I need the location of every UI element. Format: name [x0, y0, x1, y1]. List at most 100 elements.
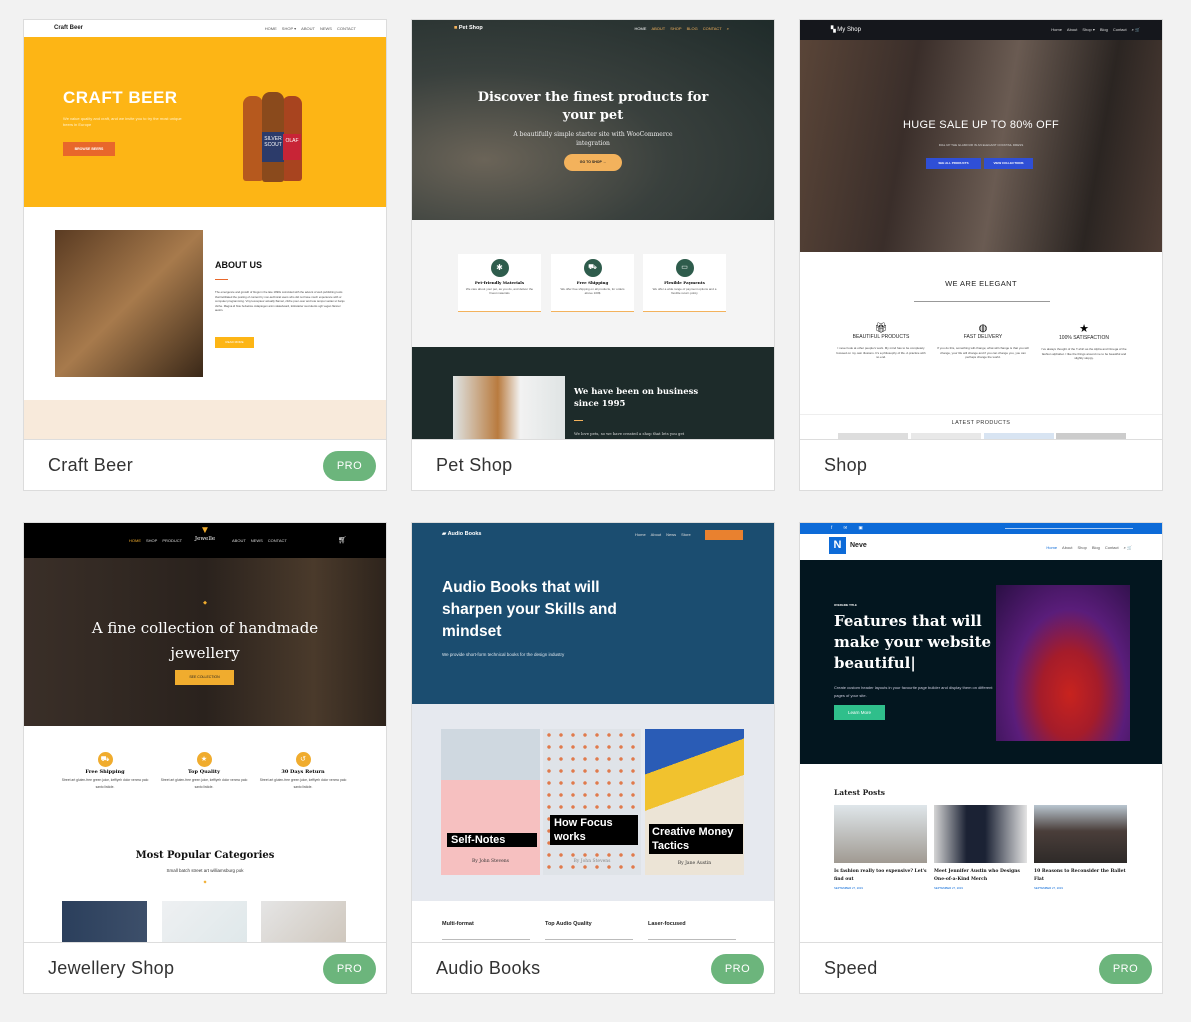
- star-icon: ★: [196, 752, 212, 767]
- feature-title: Top Audio Quality: [545, 921, 592, 927]
- site-nav: HOME SHOP ▾ ABOUT NEWS CONTACT: [264, 26, 356, 31]
- globe-icon: ◍: [978, 323, 988, 334]
- card-footer: Jewellery Shop PRO: [24, 943, 386, 993]
- site-nav: Home About News Store: [635, 532, 691, 537]
- book-cover: How Focus works By John Stevens: [543, 729, 641, 875]
- theme-preview[interactable]: f ✉ ▣ N Neve Home About Shop Blog Contact ⌕ 🛒…: [800, 523, 1162, 943]
- view-collections-button: VIEW COLLECTIONS: [984, 158, 1033, 169]
- learn-more-button: Learn More: [834, 705, 885, 720]
- feature: ⛟ Free Shipping Street art gluten-free g…: [59, 752, 151, 791]
- feature-card: ✱ Pet-friendly Materials We care about y…: [458, 254, 541, 312]
- card-footer: Audio Books PRO: [412, 943, 774, 993]
- hero-title: Audio Books that will sharpen your Skill…: [442, 579, 617, 640]
- bar-image: [55, 230, 203, 377]
- site-nav-right: ABOUT NEWS CONTACT: [232, 538, 287, 543]
- post-card: Is fashion really too expensive? Let's f…: [834, 805, 927, 890]
- theme-card-audio-books[interactable]: ▰ Audio Books Home About News Store Audio B…: [411, 522, 775, 994]
- pro-badge: PRO: [323, 451, 376, 481]
- overline-title: OVERLINE TITLE: [834, 603, 857, 607]
- card-footer: Craft Beer PRO: [24, 440, 386, 490]
- hero-text: A beautifully simple starter site with W…: [513, 131, 673, 147]
- about-title: ABOUT US: [215, 260, 262, 270]
- see-all-products-button: SEE ALL PRODUCTS: [926, 158, 981, 169]
- hero-text: We provide short-form technical books fo…: [442, 652, 565, 657]
- feature-title: Multi-format: [442, 921, 474, 927]
- theme-name: Speed: [824, 958, 878, 978]
- theme-name: Pet Shop: [436, 455, 513, 475]
- truck-icon: ⛟: [583, 259, 602, 277]
- latest-posts-title: Latest Posts: [834, 788, 886, 797]
- site-nav: Home About Shop ▾ Blog Contact ⌕ 🛒: [1051, 27, 1140, 32]
- site-logo: Neve: [850, 542, 867, 549]
- book-cover: Self-Notes By John Stevens: [441, 729, 540, 875]
- pro-badge: PRO: [323, 954, 376, 984]
- category-image: [261, 901, 346, 942]
- about-text: We love pets, so we have created a shop …: [574, 431, 685, 436]
- site-logo-icon: N: [829, 537, 846, 554]
- diamond-icon: ◆: [203, 600, 207, 606]
- hero-text: Create custom header layouts in your fav…: [834, 685, 993, 698]
- beagle-image: [453, 376, 565, 439]
- feature: 🎁︎ BEAUTIFUL PRODUCTS I never look at ot…: [836, 323, 926, 359]
- go-to-shop-button: GO TO SHOP →: [564, 154, 622, 171]
- theme-preview[interactable]: ▚ My Shop Home About Shop ▾ Blog Contact ⌕ 🛒 …: [800, 20, 1162, 440]
- site-logo: ▰ Audio Books: [442, 531, 482, 537]
- site-logo: ▼ Jewelle: [194, 525, 216, 543]
- cart-icon: 🛒︎: [338, 537, 347, 544]
- theme-card-pet-shop[interactable]: ■ Pet Shop HOME ABOUT SHOP BLOG CONTACT ⌕ Dis…: [411, 19, 775, 491]
- theme-card-jewellery-shop[interactable]: HOME SHOP PRODUCT ▼ Jewelle ABOUT NEWS CONTA…: [23, 522, 387, 994]
- theme-preview[interactable]: HOME SHOP PRODUCT ▼ Jewelle ABOUT NEWS CONTA…: [24, 523, 386, 943]
- feature-title: Laser-focused: [648, 921, 686, 927]
- site-nav: HOME ABOUT SHOP BLOG CONTACT ⌕: [634, 26, 729, 31]
- feature: ★ Top Quality Street art gluten-free gre…: [158, 752, 250, 791]
- theme-card-shop[interactable]: ▚ My Shop Home About Shop ▾ Blog Contact ⌕ 🛒 …: [799, 19, 1163, 491]
- section-title: Most Popular Categories: [135, 850, 275, 861]
- theme-card-craft-beer[interactable]: Craft Beer HOME SHOP ▾ ABOUT NEWS CONTACT CR…: [23, 19, 387, 491]
- feature-card: ⛟ Free Shipping We offer free shipping o…: [551, 254, 634, 312]
- read-more-button: READ MORE: [215, 337, 254, 348]
- card-footer: Shop: [800, 440, 1162, 490]
- hero-title: HUGE SALE UP TO 80% OFF: [902, 119, 1060, 131]
- credit-card-icon: ▭: [675, 259, 694, 277]
- site-logo: ■ Pet Shop: [454, 25, 483, 31]
- paw-icon: ✱: [490, 259, 509, 277]
- theme-name: Audio Books: [436, 958, 541, 978]
- post-card: Meet Jennifer Austin who Designs One-of-…: [934, 805, 1027, 890]
- about-text: The emergence and growth of blogs in the…: [215, 290, 345, 312]
- site-nav: Home About Shop Blog Contact ⌕ 🛒: [1046, 545, 1132, 550]
- hero-title: CRAFT BEER: [63, 88, 178, 107]
- section-text: Small batch street art williamsburg pok: [166, 868, 244, 873]
- header-cta-button: [705, 530, 743, 540]
- site-logo: Craft Beer: [54, 25, 84, 31]
- post-card: 10 Reasons to Reconsider the Ballet Flat…: [1034, 805, 1127, 890]
- browse-beers-button: BROWSE BEERS: [63, 142, 115, 156]
- theme-name: Craft Beer: [48, 455, 134, 475]
- pro-badge: PRO: [711, 954, 764, 984]
- about-title: We have been on business since 1995: [574, 387, 699, 409]
- theme-preview[interactable]: ▰ Audio Books Home About News Store Audio B…: [412, 523, 774, 943]
- gift-icon: 🎁︎: [874, 323, 888, 334]
- theme-card-speed[interactable]: f ✉ ▣ N Neve Home About Shop Blog Contact ⌕ 🛒…: [799, 522, 1163, 994]
- theme-preview[interactable]: Craft Beer HOME SHOP ▾ ABOUT NEWS CONTACT CR…: [24, 20, 386, 440]
- card-footer: Speed PRO: [800, 943, 1162, 993]
- category-image: [162, 901, 247, 942]
- hero-text: DIAL UP THE GLAMOUR IN AN ELEGANT COCKTA…: [938, 143, 1024, 147]
- theme-preview[interactable]: ■ Pet Shop HOME ABOUT SHOP BLOG CONTACT ⌕ Dis…: [412, 20, 774, 440]
- star-icon: ★: [1079, 323, 1089, 335]
- theme-name: Jewellery Shop: [48, 958, 175, 978]
- book-cover: Creative Money Tactics By Jane Austin: [645, 729, 744, 875]
- social-icons: f ✉ ▣: [831, 525, 868, 530]
- site-logo: ▚ My Shop: [831, 27, 861, 33]
- truck-icon: ⛟: [97, 752, 113, 767]
- site-nav-left: HOME SHOP PRODUCT: [129, 538, 183, 543]
- feature: ↺ 30 Days Return Street art gluten-free …: [257, 752, 349, 791]
- see-collection-button: SEE COLLECTION: [175, 670, 234, 685]
- return-icon: ↺: [295, 752, 311, 767]
- fashion-model-image: [996, 585, 1130, 741]
- section-title: WE ARE ELEGANT: [945, 279, 1017, 288]
- latest-products-title: LATEST PRODUCTS: [951, 420, 1011, 426]
- feature-card: ▭ Flexible Payments We offer a wide rang…: [643, 254, 726, 312]
- category-image: [62, 901, 147, 942]
- hero-title: Discover the finest products for your pe…: [477, 90, 709, 123]
- pro-badge: PRO: [1099, 954, 1152, 984]
